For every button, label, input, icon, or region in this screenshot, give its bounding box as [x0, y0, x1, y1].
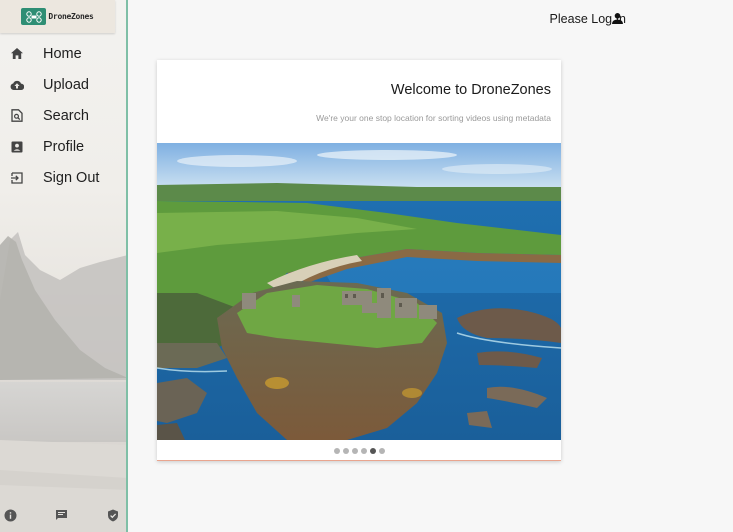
- sidebar-footer: [0, 508, 126, 522]
- search-file-icon: [10, 109, 24, 123]
- sidebar-item-label: Upload: [43, 76, 89, 93]
- carousel-indicators: [157, 448, 561, 454]
- sidebar-item-label: Home: [43, 45, 82, 62]
- info-icon[interactable]: [3, 508, 17, 522]
- carousel-image[interactable]: [157, 143, 561, 440]
- account-icon[interactable]: [611, 12, 624, 25]
- profile-card-icon: [10, 140, 24, 154]
- card-title: Welcome to DroneZones: [390, 82, 551, 98]
- sidebar-item-sign-out[interactable]: Sign Out: [0, 162, 126, 193]
- carousel-dot[interactable]: [342, 448, 349, 454]
- carousel-dot[interactable]: [333, 448, 340, 454]
- coastal-castle-photo: [157, 143, 561, 440]
- sidebar: DroneZones Home Upload Search Profile Si…: [0, 0, 128, 532]
- cloud-upload-icon: [10, 78, 24, 92]
- sidebar-item-label: Sign Out: [43, 169, 100, 186]
- sidebar-nav: Home Upload Search Profile Sign Out: [0, 38, 126, 193]
- carousel-dot[interactable]: [351, 448, 358, 454]
- sidebar-item-search[interactable]: Search: [0, 100, 126, 131]
- drone-logo-icon: [21, 8, 47, 25]
- sidebar-item-label: Profile: [43, 138, 85, 155]
- sidebar-item-profile[interactable]: Profile: [0, 131, 126, 162]
- sidebar-item-label: Search: [43, 107, 89, 124]
- card-subtitle: We're your one stop location for sorting…: [316, 113, 551, 123]
- verified-shield-icon[interactable]: [106, 508, 120, 522]
- sign-out-icon: [10, 171, 24, 185]
- carousel-dot[interactable]: [360, 448, 367, 454]
- feedback-icon[interactable]: [55, 508, 69, 522]
- welcome-card: Welcome to DroneZones We're your one sto…: [157, 60, 561, 461]
- app-logo[interactable]: DroneZones: [0, 0, 115, 33]
- carousel-dot[interactable]: [378, 448, 385, 454]
- sidebar-item-home[interactable]: Home: [0, 38, 126, 69]
- app-name: DroneZones: [48, 12, 94, 21]
- carousel-dot[interactable]: [369, 448, 376, 454]
- home-icon: [10, 47, 24, 61]
- sidebar-item-upload[interactable]: Upload: [0, 69, 126, 100]
